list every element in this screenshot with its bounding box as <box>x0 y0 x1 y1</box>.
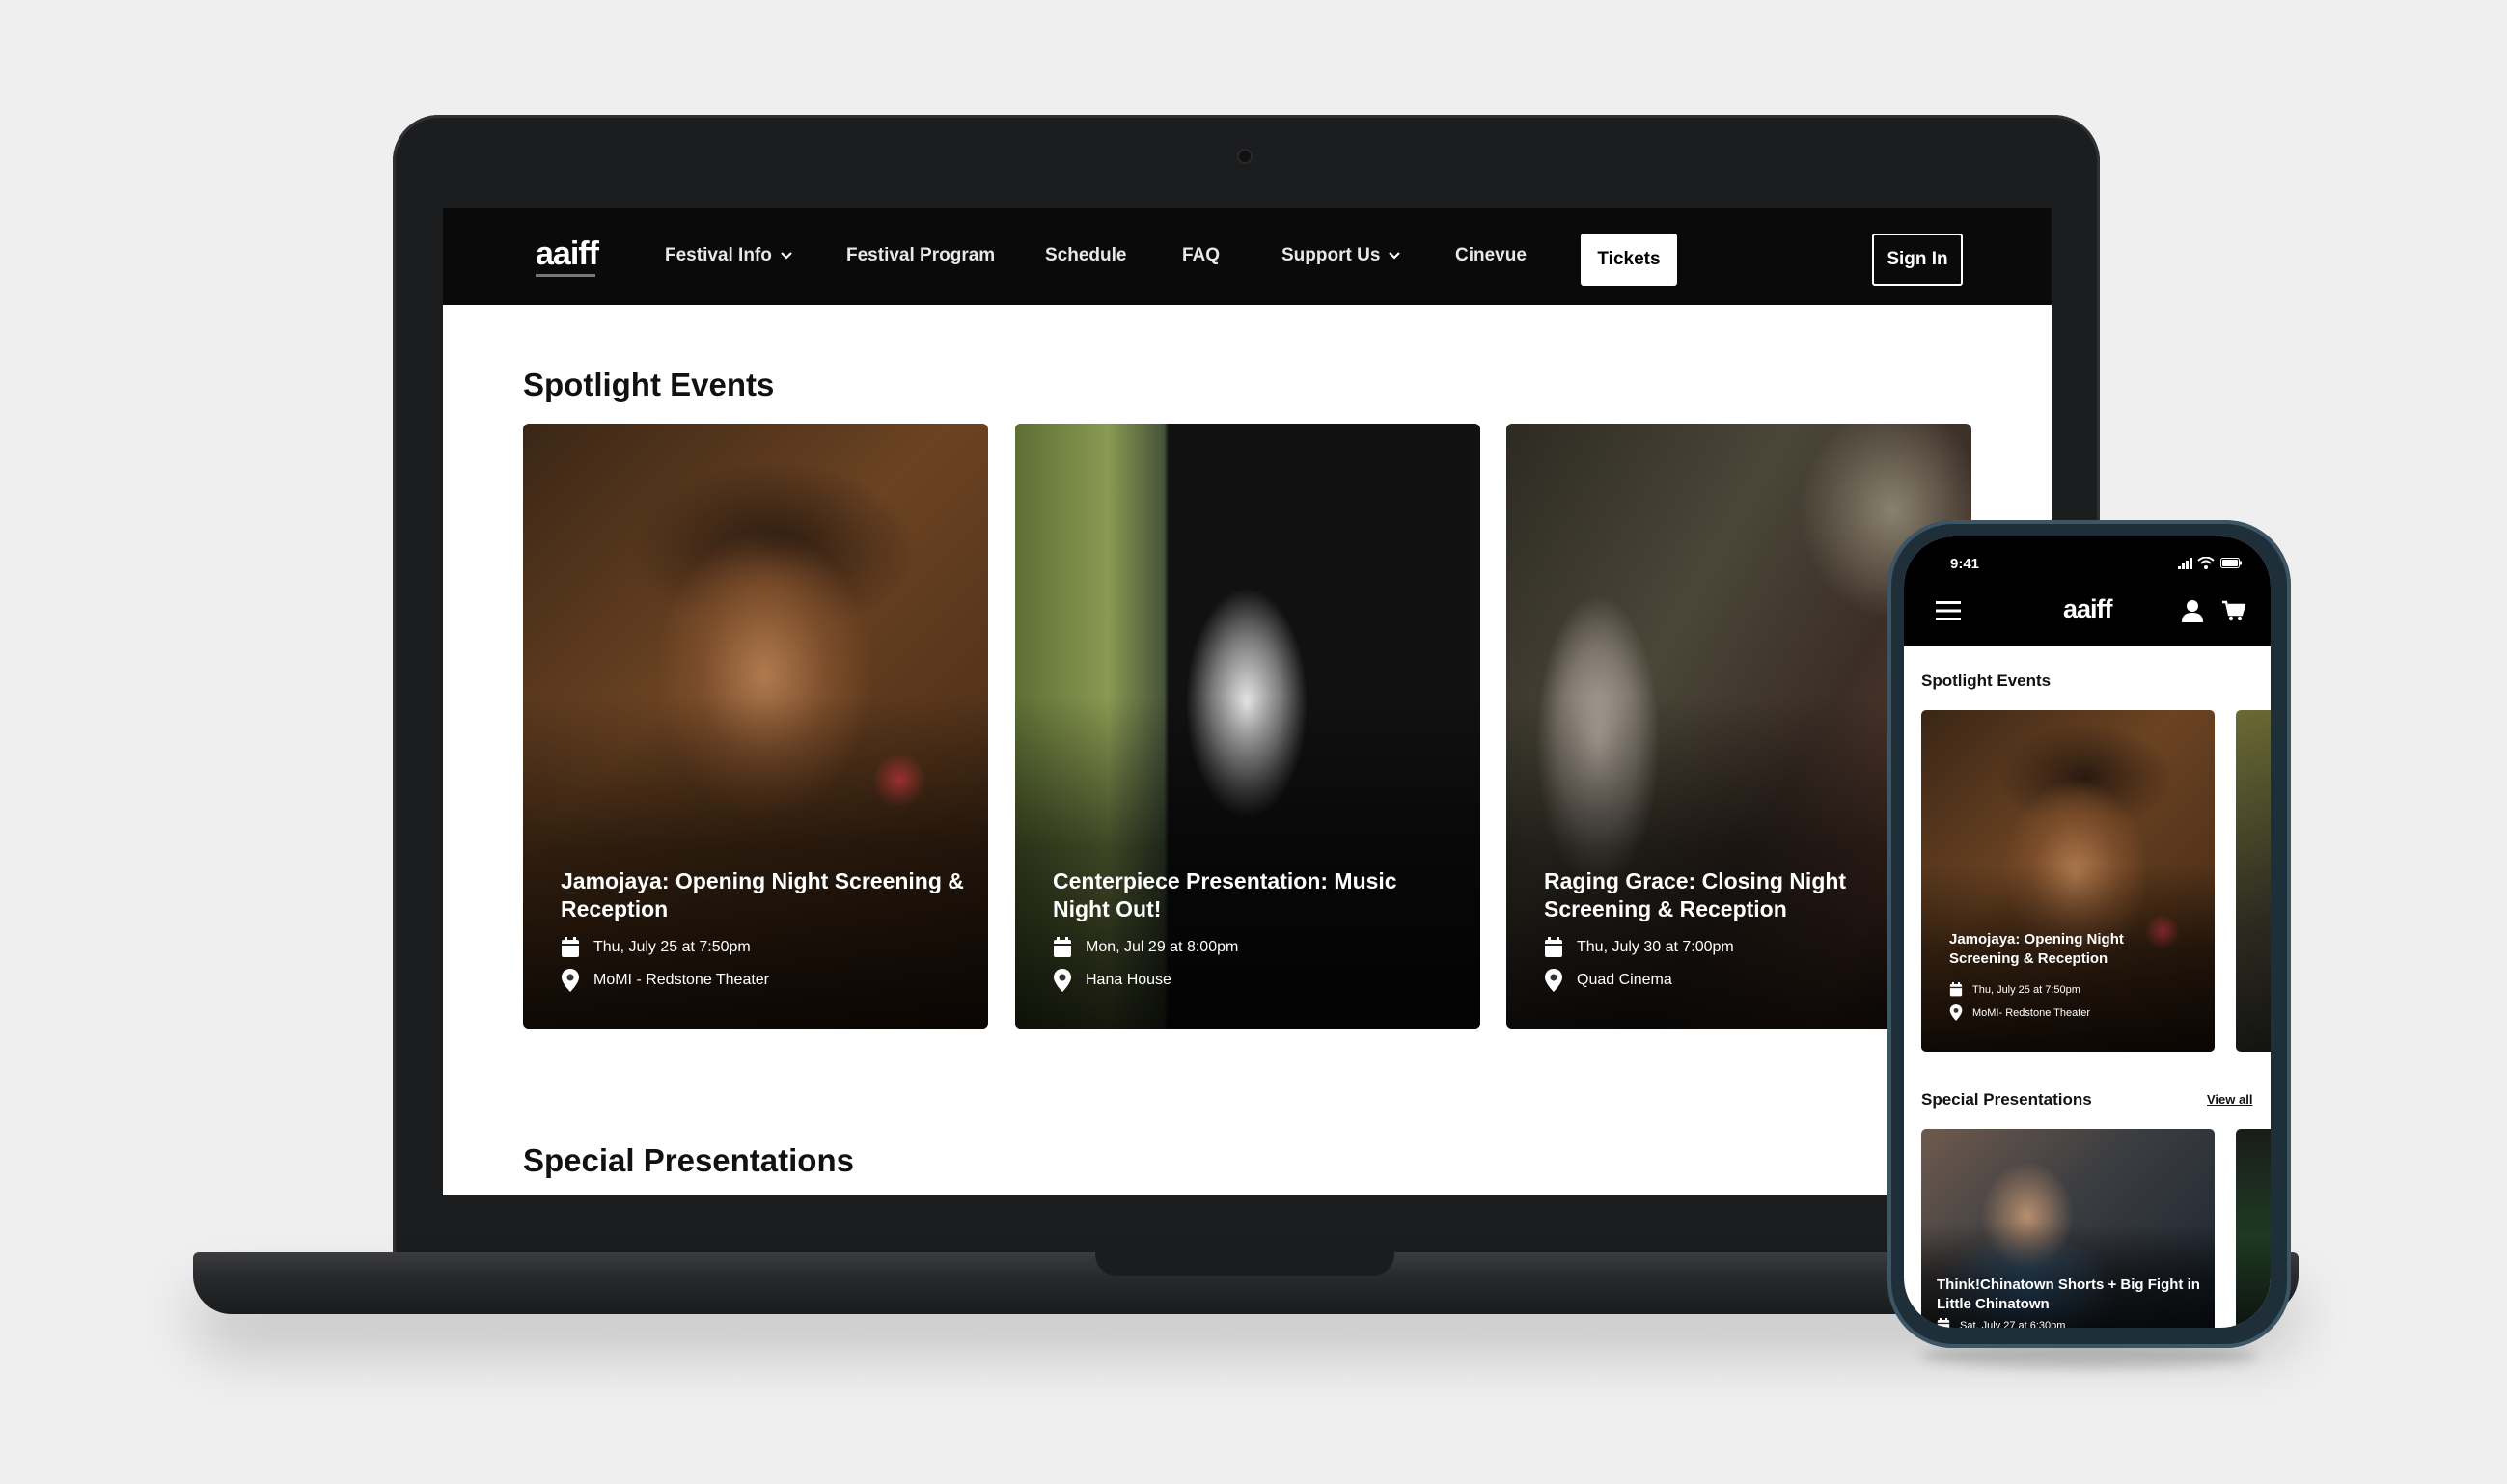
event-venue: MoMI - Redstone Theater <box>561 969 769 992</box>
nav-schedule[interactable]: Schedule <box>1045 245 1126 266</box>
chevron-down-icon <box>780 251 793 261</box>
user-icon[interactable] <box>2182 599 2203 622</box>
logo-tagline-line <box>536 274 595 277</box>
event-venue-text: MoMI- Redstone Theater <box>1972 1006 2091 1019</box>
mobile-spotlight-heading: Spotlight Events <box>1921 672 2052 690</box>
spotlight-events-heading: Spotlight Events <box>523 367 775 402</box>
aaiff-logo[interactable]: aaiff <box>536 235 599 273</box>
location-pin-icon <box>1949 1004 1963 1021</box>
calendar-icon <box>561 937 580 958</box>
special-presentations-heading: Special Presentations <box>523 1142 854 1178</box>
event-date-text: Mon, Jul 29 at 8:00pm <box>1086 939 1239 955</box>
event-card[interactable]: Jamojaya: Opening Night Screening & Rece… <box>523 424 988 1029</box>
nav-label: Support Us <box>1281 245 1381 265</box>
event-date-text: Thu, July 25 at 7:50pm <box>1972 983 2080 996</box>
event-date: Thu, July 25 at 7:50pm <box>561 937 751 958</box>
phone-notch <box>1986 536 2189 571</box>
cart-icon[interactable] <box>2222 600 2245 621</box>
sign-in-button[interactable]: Sign In <box>1872 234 1963 286</box>
event-title[interactable]: Centerpiece Presentation: Music Night Ou… <box>1053 867 1458 923</box>
nav-cinevue[interactable]: Cinevue <box>1455 245 1527 266</box>
nav-label: FAQ <box>1182 245 1221 265</box>
event-venue: Hana House <box>1053 969 1171 992</box>
hamburger-menu-icon[interactable] <box>1936 600 1961 621</box>
event-title[interactable]: Think!Chinatown Shorts + Big Fight in Li… <box>1937 1276 2215 1314</box>
image-overlay <box>1921 710 2215 1052</box>
view-all-link[interactable]: View all <box>2207 1092 2252 1107</box>
laptop-camera <box>1239 151 1251 162</box>
location-pin-icon <box>1053 969 1072 992</box>
event-date: Thu, July 30 at 7:00pm <box>1544 937 1734 958</box>
event-venue: Quad Cinema <box>1544 969 1672 992</box>
nav-label: Festival Program <box>846 245 996 265</box>
mobile-special-heading: Special Presentations <box>1921 1090 2092 1109</box>
mobile-header: 9:41 aaiff <box>1904 536 2271 646</box>
event-title[interactable]: Jamojaya: Opening Night Screening & Rece… <box>1949 930 2190 969</box>
nav-faq[interactable]: FAQ <box>1182 245 1220 266</box>
nav-support-us[interactable]: Support Us <box>1281 245 1401 266</box>
event-venue-text: Hana House <box>1086 972 1171 988</box>
top-navigation: aaiff Festival Info Festival Program Sch… <box>443 208 2052 305</box>
battery-icon <box>2220 558 2242 568</box>
nav-label: Festival Info <box>665 245 772 265</box>
event-venue-text: MoMI - Redstone Theater <box>593 972 770 988</box>
location-pin-icon <box>1544 969 1563 992</box>
nav-festival-program[interactable]: Festival Program <box>846 245 995 266</box>
aaiff-logo[interactable]: aaiff <box>2063 594 2113 624</box>
calendar-icon <box>1053 937 1072 958</box>
status-time: 9:41 <box>1950 556 1980 572</box>
nav-label: Cinevue <box>1455 245 1527 265</box>
signal-icon <box>2178 558 2193 569</box>
laptop-hinge-notch <box>1095 1252 1394 1276</box>
event-venue: MoMI- Redstone Theater <box>1949 1004 2090 1021</box>
calendar-icon <box>1544 937 1563 958</box>
mobile-presentation-card[interactable]: Think!Chinatown Shorts + Big Fight in Li… <box>1921 1129 2215 1328</box>
event-date-text: Thu, July 30 at 7:00pm <box>1577 939 1734 955</box>
event-date: Sat, July 27 at 6:30pm <box>1937 1318 2065 1328</box>
calendar-icon <box>1937 1318 1950 1328</box>
event-title[interactable]: Jamojaya: Opening Night Screening & Rece… <box>561 867 966 923</box>
nav-label: Schedule <box>1045 245 1127 265</box>
event-date-text: Sat, July 27 at 6:30pm <box>1960 1319 2066 1329</box>
mobile-event-card-peek[interactable] <box>2236 710 2271 1052</box>
mobile-presentation-card-peek[interactable] <box>2236 1129 2271 1328</box>
event-date: Mon, Jul 29 at 8:00pm <box>1053 937 1238 958</box>
desktop-screen: aaiff Festival Info Festival Program Sch… <box>443 208 2052 1195</box>
mobile-event-card[interactable]: Jamojaya: Opening Night Screening & Rece… <box>1921 710 2215 1052</box>
tickets-button[interactable]: Tickets <box>1581 234 1677 286</box>
event-date: Thu, July 25 at 7:50pm <box>1949 982 2080 997</box>
mobile-screen: 9:41 aaiff Spotlight Events Jamojaya: Op… <box>1904 536 2271 1328</box>
location-pin-icon <box>561 969 580 992</box>
wifi-icon <box>2197 557 2215 569</box>
event-card[interactable]: Centerpiece Presentation: Music Night Ou… <box>1015 424 1480 1029</box>
chevron-down-icon <box>1388 251 1401 261</box>
event-venue-text: Quad Cinema <box>1577 972 1672 988</box>
nav-festival-info[interactable]: Festival Info <box>665 245 793 266</box>
calendar-icon <box>1949 982 1963 997</box>
event-date-text: Thu, July 25 at 7:50pm <box>593 939 751 955</box>
